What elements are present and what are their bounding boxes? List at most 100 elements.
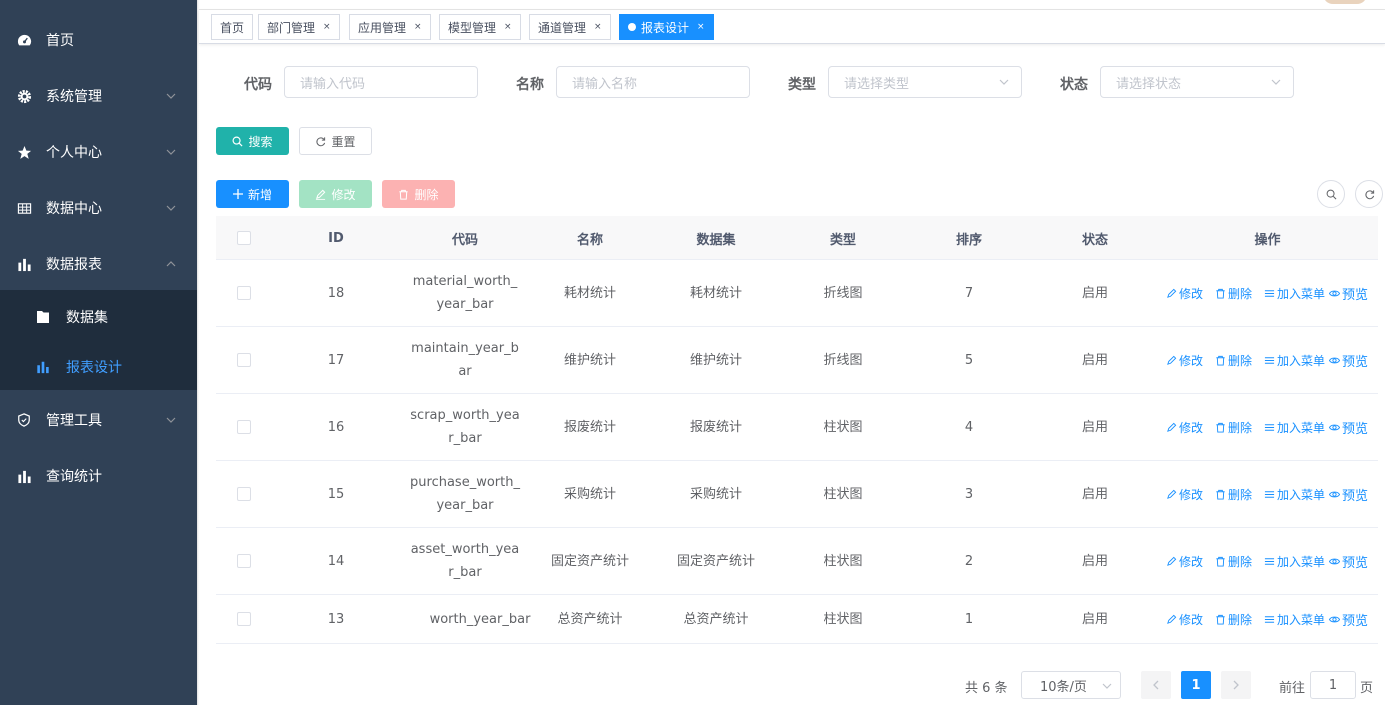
goto-page-input[interactable]: 1 <box>1310 671 1356 699</box>
cell-sort: 3 <box>964 486 974 502</box>
sidebar-item-data-center[interactable]: 数据中心 <box>0 180 197 236</box>
row-delete-link[interactable]: 删除 <box>1215 553 1252 570</box>
close-icon[interactable]: × <box>594 22 602 32</box>
row-select-cell[interactable] <box>236 260 252 326</box>
row-checkbox[interactable] <box>237 420 251 434</box>
row-select-cell[interactable] <box>236 595 252 643</box>
row-add-menu-link[interactable]: 加入菜单 <box>1264 285 1325 302</box>
sidebar-item-tools[interactable]: 管理工具 <box>0 392 197 448</box>
next-page-button[interactable] <box>1221 671 1251 699</box>
search-button[interactable]: 搜索 <box>216 127 289 155</box>
row-delete-link[interactable]: 删除 <box>1215 352 1252 369</box>
row-preview-link[interactable]: 预览 <box>1329 351 1368 370</box>
table-row: 18 material_worth_year_bar 耗材统计 耗材统计 折线图… <box>216 260 1378 327</box>
row-checkbox[interactable] <box>237 353 251 367</box>
row-checkbox[interactable] <box>237 612 251 626</box>
page-size-select[interactable]: 10条/页 <box>1021 671 1121 699</box>
chevron-down-icon <box>166 417 176 423</box>
row-select-cell[interactable] <box>236 394 252 460</box>
delete-button[interactable]: 删除 <box>382 180 455 208</box>
tag-home[interactable]: 首页 <box>211 14 254 40</box>
menu-icon <box>1264 490 1275 498</box>
sidebar-subitem-dataset[interactable]: 数据集 <box>0 292 197 342</box>
row-checkbox[interactable] <box>237 487 251 501</box>
cell-id: 17 <box>327 352 345 368</box>
tag-report-design[interactable]: 报表设计 × <box>619 14 714 40</box>
row-edit-link[interactable]: 修改 <box>1166 611 1203 628</box>
tag-model[interactable]: 模型管理 × <box>439 14 521 40</box>
sidebar-item-home[interactable]: 首页 <box>0 12 197 68</box>
close-icon[interactable]: × <box>414 22 422 32</box>
sidebar-item-label: 数据报表 <box>46 257 102 273</box>
type-select[interactable]: 请选择类型 <box>828 66 1022 98</box>
sidebar-item-label: 管理工具 <box>46 413 102 429</box>
prev-page-button[interactable] <box>1141 671 1171 699</box>
table-header: ID 代码 名称 数据集 类型 排序 状态 操作 <box>216 216 1378 260</box>
row-edit-link[interactable]: 修改 <box>1166 285 1203 302</box>
name-input[interactable]: 请输入名称 <box>556 66 750 98</box>
refresh-button[interactable] <box>1355 180 1383 208</box>
cell-sort: 4 <box>964 419 974 435</box>
cell-code: scrap_worth_year_bar <box>410 408 520 446</box>
row-add-menu-link[interactable]: 加入菜单 <box>1264 553 1325 570</box>
reset-button[interactable]: 重置 <box>299 127 372 155</box>
code-input[interactable]: 请输入代码 <box>284 66 478 98</box>
sidebar-item-data-report[interactable]: 数据报表 <box>0 236 197 292</box>
row-preview-link[interactable]: 预览 <box>1329 284 1368 303</box>
row-preview-link[interactable]: 预览 <box>1329 418 1368 437</box>
row-checkbox[interactable] <box>237 286 251 300</box>
column-header: 类型 <box>829 232 856 248</box>
goto-label: 前往 <box>1279 681 1306 696</box>
close-icon[interactable]: × <box>504 22 512 32</box>
cell-name: 总资产统计 <box>557 611 623 627</box>
row-delete-link[interactable]: 删除 <box>1215 486 1252 503</box>
row-add-menu-link[interactable]: 加入菜单 <box>1264 611 1325 628</box>
page-number-current[interactable]: 1 <box>1181 671 1211 699</box>
add-button[interactable]: 新增 <box>216 180 289 208</box>
row-add-menu-link[interactable]: 加入菜单 <box>1264 352 1325 369</box>
select-all-cell[interactable] <box>236 216 252 260</box>
search-icon <box>232 136 243 147</box>
row-add-menu-link[interactable]: 加入菜单 <box>1264 419 1325 436</box>
sidebar-item-profile[interactable]: 个人中心 <box>0 124 197 180</box>
sidebar: 首页 系统管理 个人中心 数据中心 数据报表 数据集 报表设计 管理工具 查询统… <box>0 0 197 705</box>
row-delete-link[interactable]: 删除 <box>1215 285 1252 302</box>
tag-channel[interactable]: 通道管理 × <box>529 14 611 40</box>
edit-button[interactable]: 修改 <box>299 180 372 208</box>
cell-status: 启用 <box>1081 285 1108 301</box>
row-edit-label: 修改 <box>1179 554 1204 569</box>
row-checkbox[interactable] <box>237 554 251 568</box>
row-preview-link[interactable]: 预览 <box>1329 552 1368 571</box>
row-select-cell[interactable] <box>236 528 252 594</box>
tag-label: 首页 <box>220 20 245 35</box>
tag-app[interactable]: 应用管理 × <box>349 14 431 40</box>
row-edit-link[interactable]: 修改 <box>1166 486 1203 503</box>
row-delete-link[interactable]: 删除 <box>1215 611 1252 628</box>
sidebar-item-query-stats[interactable]: 查询统计 <box>0 448 197 504</box>
tag-label: 应用管理 <box>358 20 407 35</box>
row-select-cell[interactable] <box>236 327 252 393</box>
row-preview-link[interactable]: 预览 <box>1329 485 1368 504</box>
bar-chart-icon <box>36 360 50 374</box>
status-select[interactable]: 请选择状态 <box>1100 66 1294 98</box>
page-size-value: 10条/页 <box>1040 679 1087 695</box>
row-edit-link[interactable]: 修改 <box>1166 553 1203 570</box>
tag-dept[interactable]: 部门管理 × <box>258 14 340 40</box>
close-icon[interactable]: × <box>697 22 705 32</box>
sidebar-item-system[interactable]: 系统管理 <box>0 68 197 124</box>
row-edit-link[interactable]: 修改 <box>1166 352 1203 369</box>
row-add-menu-link[interactable]: 加入菜单 <box>1264 486 1325 503</box>
delete-button-label: 删除 <box>414 187 439 202</box>
row-edit-link[interactable]: 修改 <box>1166 419 1203 436</box>
avatar[interactable] <box>1323 0 1367 4</box>
select-all-checkbox[interactable] <box>237 231 251 245</box>
toggle-search-button[interactable] <box>1317 180 1345 208</box>
row-delete-link[interactable]: 删除 <box>1215 419 1252 436</box>
table-icon <box>16 200 32 216</box>
close-icon[interactable]: × <box>323 22 331 32</box>
sidebar-subitem-report-design[interactable]: 报表设计 <box>0 342 197 392</box>
row-select-cell[interactable] <box>236 461 252 527</box>
chevron-down-icon <box>1102 683 1112 689</box>
row-delete-label: 删除 <box>1228 353 1253 368</box>
row-preview-link[interactable]: 预览 <box>1329 610 1368 629</box>
